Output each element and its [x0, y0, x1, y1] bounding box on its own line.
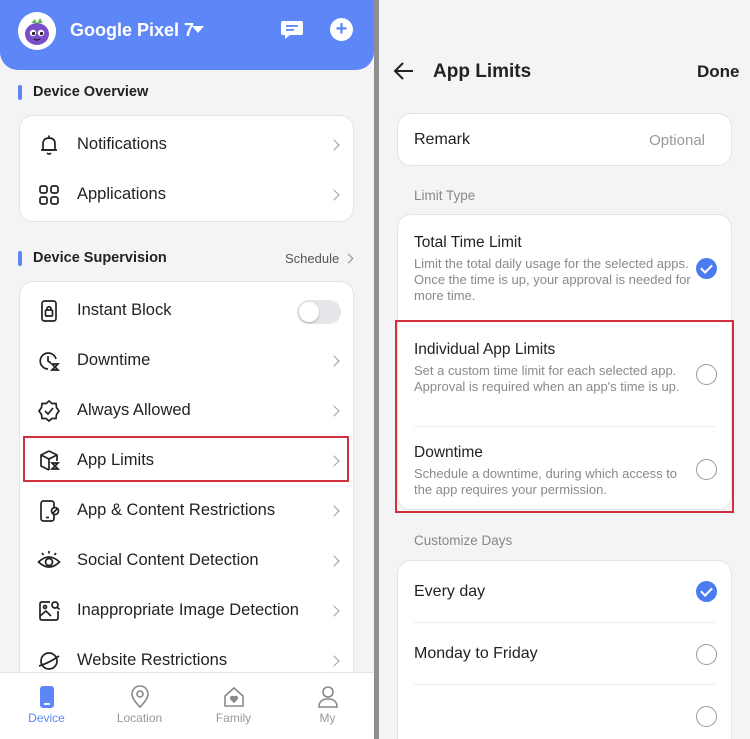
chevron-right-icon — [328, 405, 340, 417]
day-monday-to-friday[interactable]: Monday to Friday — [398, 623, 731, 685]
nav-label: Device — [28, 711, 65, 725]
chevron-right-icon — [328, 139, 340, 151]
chevron-right-icon — [328, 505, 340, 517]
row-app-content-restrictions[interactable]: App & Content Restrictions — [20, 486, 353, 536]
option-total-time-limit[interactable]: Total Time Limit Limit the total daily u… — [398, 215, 731, 322]
nav-family[interactable]: Family — [187, 673, 280, 739]
section-accent-bar — [18, 85, 22, 100]
check-circle-icon[interactable] — [696, 258, 717, 279]
option-description: Limit the total daily usage for the sele… — [414, 256, 691, 303]
chevron-right-icon — [328, 555, 340, 567]
bell-icon — [37, 133, 61, 157]
row-label: Applications — [77, 185, 166, 203]
day-label: Every day — [414, 583, 486, 600]
chevron-right-icon — [328, 355, 340, 367]
instant-block-toggle[interactable] — [297, 300, 341, 324]
app-limits-header: App Limits Done — [379, 0, 750, 94]
device-header: Google Pixel 7 + — [0, 0, 374, 70]
toggle-knob — [299, 302, 319, 322]
customize-days-label: Customize Days — [414, 533, 513, 548]
phone-icon — [36, 685, 58, 709]
chevron-right-icon — [328, 655, 340, 667]
remark-card[interactable]: Remark Optional — [397, 113, 732, 166]
limit-type-label: Limit Type — [414, 188, 476, 203]
row-label: Website Restrictions — [77, 651, 228, 669]
chevron-down-icon[interactable] — [192, 26, 204, 33]
supervision-card: Instant Block Downtime Always Allowed Ap… — [19, 281, 354, 701]
row-label: Downtime — [77, 351, 151, 369]
row-label: Always Allowed — [77, 401, 191, 419]
radio-circle-icon[interactable] — [696, 644, 717, 665]
nav-location[interactable]: Location — [93, 673, 186, 739]
phone-restrict-icon — [37, 499, 61, 523]
remark-label: Remark — [414, 131, 471, 148]
section-title-overview: Device Overview — [18, 84, 148, 100]
day-label: Monday to Friday — [414, 645, 538, 662]
row-notifications[interactable]: Notifications — [20, 120, 353, 170]
section-title-text: Device Overview — [33, 84, 149, 100]
row-label: Notifications — [77, 135, 167, 153]
nav-device[interactable]: Device — [0, 673, 93, 739]
row-label: Inappropriate Image Detection — [77, 601, 299, 619]
highlight-app-limits — [23, 436, 349, 482]
bottom-nav: Device Location Family My — [0, 672, 374, 739]
done-button[interactable]: Done — [697, 62, 740, 82]
location-pin-icon — [129, 685, 151, 709]
row-inappropriate-image-detection[interactable]: Inappropriate Image Detection — [20, 586, 353, 636]
nav-my[interactable]: My — [281, 673, 374, 739]
eye-icon — [37, 549, 61, 573]
row-social-content-detection[interactable]: Social Content Detection — [20, 536, 353, 586]
nav-label: Family — [215, 711, 252, 725]
add-device-icon[interactable]: + — [330, 18, 353, 41]
device-panel: Google Pixel 7 + Device Overview Notific… — [0, 0, 374, 739]
device-name[interactable]: Google Pixel 7 — [70, 20, 194, 41]
row-label: Instant Block — [77, 301, 172, 319]
clock-hourglass-icon — [37, 349, 61, 373]
message-icon[interactable] — [280, 19, 304, 41]
row-label: Social Content Detection — [77, 551, 259, 569]
page-title: App Limits — [433, 61, 532, 82]
schedule-link[interactable]: Schedule — [285, 251, 354, 266]
section-accent-bar — [18, 251, 22, 266]
badge-check-icon — [37, 399, 61, 423]
row-applications[interactable]: Applications — [20, 170, 353, 220]
row-downtime[interactable]: Downtime — [20, 336, 353, 386]
lock-phone-icon — [37, 299, 61, 323]
person-icon — [317, 685, 339, 709]
image-search-icon — [37, 599, 61, 623]
nav-label: Location — [116, 711, 163, 725]
home-heart-icon — [223, 685, 245, 709]
row-always-allowed[interactable]: Always Allowed — [20, 386, 353, 436]
row-instant-block[interactable]: Instant Block — [20, 286, 353, 336]
grid-icon — [37, 183, 61, 207]
back-arrow-icon[interactable] — [393, 60, 415, 82]
section-title-supervision: Device Supervision — [18, 250, 167, 266]
highlight-limit-options — [395, 320, 734, 513]
nav-label: My — [319, 711, 336, 725]
chevron-right-icon — [328, 189, 340, 201]
remark-input[interactable]: Optional — [649, 132, 705, 149]
schedule-link-label: Schedule — [285, 251, 340, 266]
day-option-partial[interactable] — [398, 685, 731, 739]
radio-circle-icon[interactable] — [696, 706, 717, 727]
option-title: Total Time Limit — [414, 234, 522, 251]
overview-card: Notifications Applications — [19, 115, 354, 222]
chevron-right-icon — [343, 253, 354, 264]
check-circle-icon[interactable] — [696, 581, 717, 602]
avatar[interactable] — [18, 12, 56, 50]
row-label: App & Content Restrictions — [77, 501, 276, 519]
day-every-day[interactable]: Every day — [398, 561, 731, 623]
chevron-right-icon — [328, 605, 340, 617]
section-title-text: Device Supervision — [33, 250, 167, 266]
planet-icon — [37, 649, 61, 673]
days-card: Every day Monday to Friday — [397, 560, 732, 739]
